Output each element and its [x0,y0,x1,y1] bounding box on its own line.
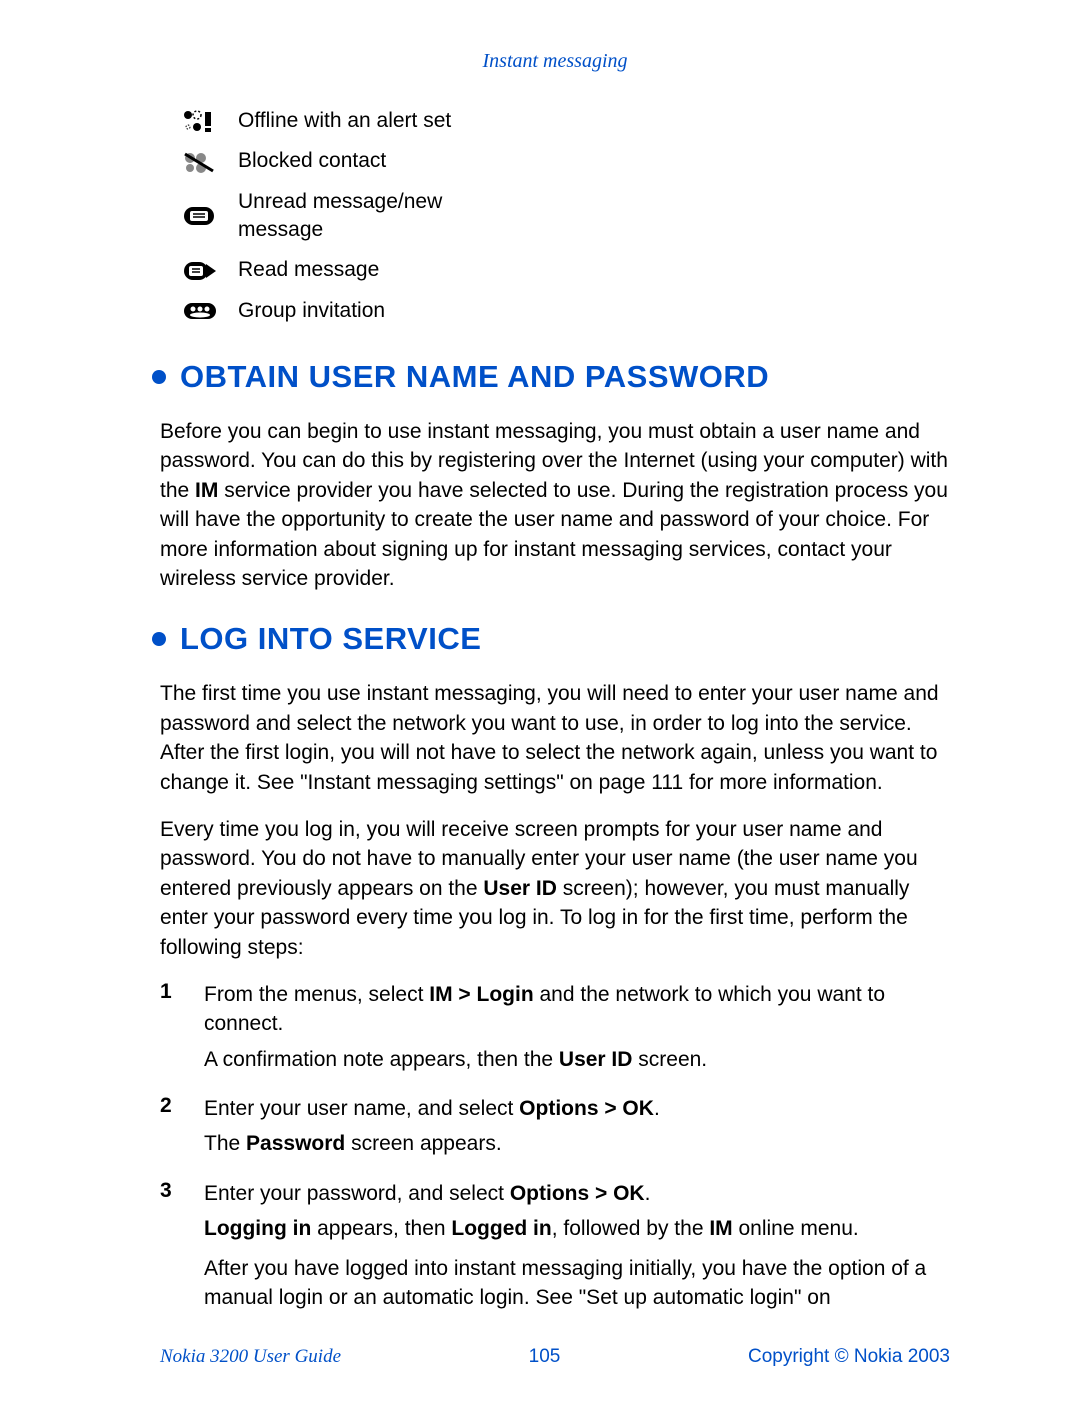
footer-guide-name: Nokia 3200 User Guide [160,1346,341,1368]
heading-text: OBTAIN USER NAME AND PASSWORD [180,359,769,395]
footer-copyright: Copyright © Nokia 2003 [748,1346,950,1368]
unread-message-icon [180,202,220,230]
group-invitation-icon [180,297,220,325]
offline-alert-icon [180,107,220,135]
step-number: 2 [160,1094,204,1165]
legend-row: Offline with an alert set [180,107,950,135]
heading-obtain: OBTAIN USER NAME AND PASSWORD [152,359,950,395]
heading-log: LOG INTO SERVICE [152,621,950,657]
paragraph: Every time you log in, you will receive … [160,815,950,962]
step-list: 1 From the menus, select IM > Login and … [160,980,950,1319]
legend-row: Read message [180,256,950,284]
bullet-icon [152,370,166,384]
step-item: 2 Enter your user name, and select Optio… [160,1094,950,1165]
paragraph: The first time you use instant messaging… [160,679,950,797]
heading-text: LOG INTO SERVICE [180,621,481,657]
blocked-contact-icon [180,148,220,176]
step-body: From the menus, select IM > Login and th… [204,980,950,1080]
page-header: Instant messaging [160,50,950,73]
legend-label: Unread message/new message [238,188,478,245]
legend-row: Group invitation [180,297,950,325]
read-message-icon [180,257,220,285]
page: Instant messaging Offline with an alert … [0,0,1080,1412]
step-number: 1 [160,980,204,1080]
step-item: 1 From the menus, select IM > Login and … [160,980,950,1080]
step-body: Enter your password, and select Options … [204,1179,950,1319]
legend-label: Group invitation [238,297,385,325]
legend-label: Read message [238,256,379,284]
footer-page-number: 105 [529,1346,561,1368]
step-body: Enter your user name, and select Options… [204,1094,660,1165]
header-title: Instant messaging [483,50,628,72]
paragraph: Before you can begin to use instant mess… [160,417,950,593]
legend-label: Blocked contact [238,147,386,175]
legend-label: Offline with an alert set [238,107,451,135]
page-footer: Nokia 3200 User Guide 105 Copyright © No… [160,1346,950,1368]
icon-legend: Offline with an alert set Blocked contac… [180,107,950,325]
legend-row: Unread message/new message [180,188,950,245]
legend-row: Blocked contact [180,147,950,175]
bullet-icon [152,632,166,646]
step-item: 3 Enter your password, and select Option… [160,1179,950,1319]
step-number: 3 [160,1179,204,1319]
